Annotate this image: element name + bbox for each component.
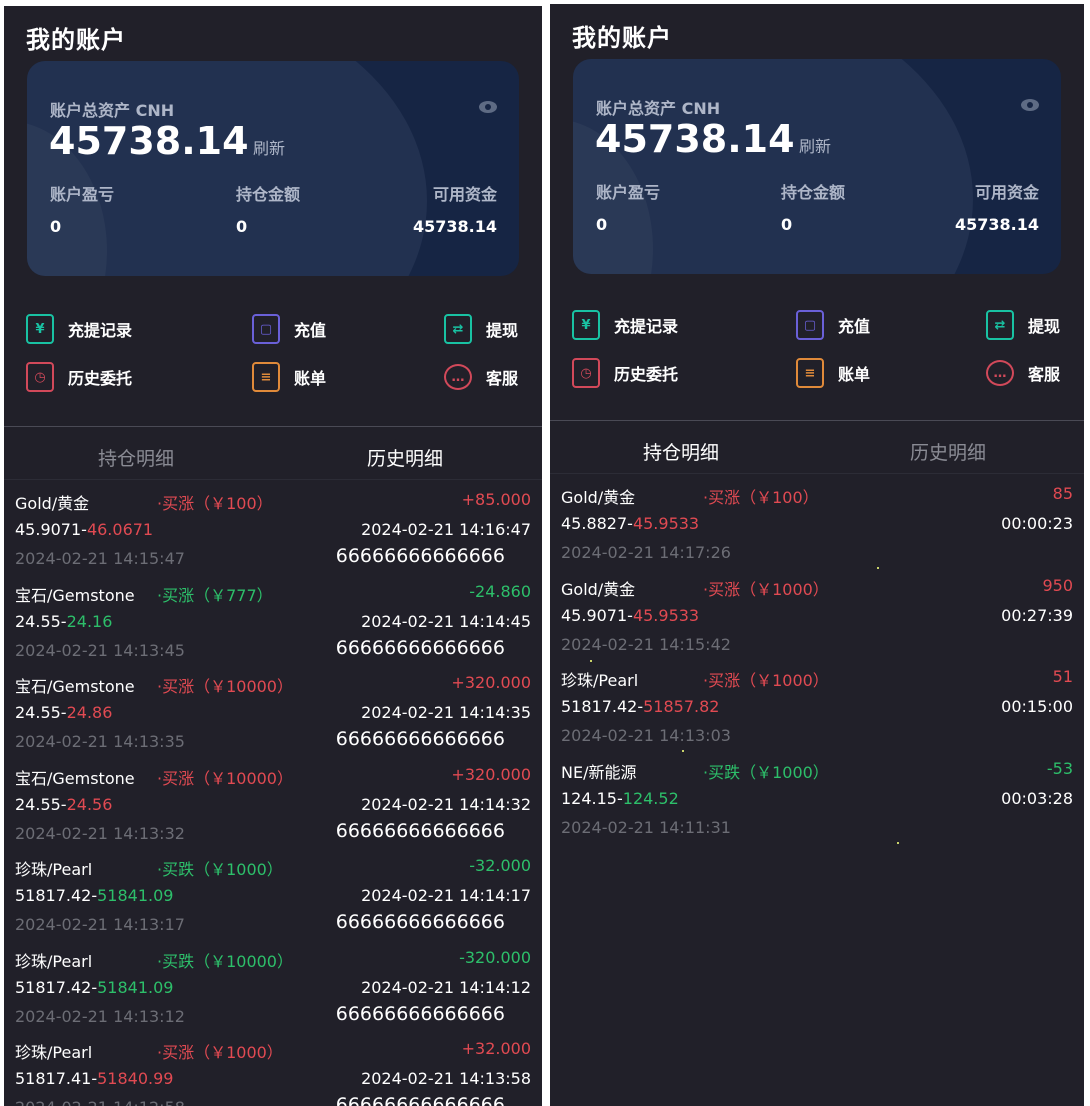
- order-number: 66666666666666: [335, 636, 505, 659]
- deposit-icon: ▢: [252, 314, 280, 344]
- history-clock-icon: ◷: [572, 358, 600, 388]
- deposit-icon: ▢: [796, 310, 824, 340]
- list-item[interactable]: Gold/黄金 ·买涨（￥1000） 950 45.9071-45.9533 00:2…: [550, 568, 1084, 660]
- receipt-yen-icon: ¥: [572, 310, 600, 340]
- action-deposit[interactable]: ▢ 充值: [796, 308, 870, 342]
- list-item[interactable]: 珍珠/Pearl ·买涨（￥1000） +32.000 51817.41-51840…: [4, 1031, 542, 1106]
- chat-bubble-icon: …: [986, 360, 1014, 386]
- detail-tabs: 持仓明细 历史明细: [550, 424, 1084, 474]
- tab-history[interactable]: 历史明细: [910, 438, 986, 465]
- position-amount-value: 0: [236, 217, 248, 236]
- action-customer-service[interactable]: … 客服: [444, 360, 518, 394]
- account-panel-history: 我的账户 账户总资产 CNH 45738.14 刷新 账户盈亏 持仓金额 可用资…: [4, 6, 542, 1106]
- action-order-history[interactable]: ◷ 历史委托: [26, 360, 132, 394]
- pnl-label: 账户盈亏: [50, 185, 115, 204]
- divider: [550, 420, 1084, 421]
- wallet-icon: ⇄: [986, 310, 1014, 340]
- order-number: 66666666666666: [335, 545, 505, 567]
- action-withdraw[interactable]: ⇄ 提现: [986, 308, 1060, 342]
- action-bill[interactable]: ≡ 账单: [252, 360, 326, 394]
- tab-positions[interactable]: 持仓明细: [643, 438, 719, 465]
- total-assets-value: 45738.14: [49, 119, 249, 163]
- list-item[interactable]: 宝石/Gemstone ·买涨（￥777） -24.860 24.55-24.16 2…: [4, 574, 542, 666]
- total-assets-value: 45738.14: [595, 117, 795, 161]
- available-funds-value: 45738.14: [412, 217, 497, 236]
- order-number: 66666666666666: [335, 728, 505, 750]
- pnl-label: 账户盈亏: [596, 183, 661, 202]
- wallet-icon: ⇄: [444, 314, 472, 344]
- tab-history[interactable]: 历史明细: [367, 444, 443, 471]
- list-item[interactable]: 宝石/Gemstone ·买涨（￥10000） +320.000 24.55-24.…: [4, 665, 542, 757]
- asset-card: 账户总资产 CNH 45738.14 刷新 账户盈亏 持仓金额 可用资金 0 0…: [27, 61, 519, 276]
- action-order-history[interactable]: ◷ 历史委托: [572, 356, 678, 390]
- order-number: 66666666666666: [335, 1002, 505, 1025]
- clipboard-icon: ≡: [252, 362, 280, 392]
- list-item[interactable]: 宝石/Gemstone ·买涨（￥10000） +320.000 24.55-24.…: [4, 757, 542, 849]
- tab-positions[interactable]: 持仓明细: [98, 444, 174, 471]
- clipboard-icon: ≡: [796, 358, 824, 388]
- positions-list: Gold/黄金 ·买涨（￥100） 85 45.8827-45.9533 00:00:…: [550, 476, 1084, 842]
- refresh-button[interactable]: 刷新: [253, 135, 285, 159]
- chat-bubble-icon: …: [444, 364, 472, 390]
- pnl-value: 0: [50, 217, 62, 236]
- list-item[interactable]: 珍珠/Pearl ·买跌（￥10000） -320.000 51817.42-518…: [4, 940, 542, 1032]
- pnl-value: 0: [596, 215, 608, 234]
- action-grid: ¥ 充提记录 ▢ 充值 ⇄ 提现 ◷ 历史委托 ≡ 账单 … 客服: [4, 306, 542, 406]
- order-number: 66666666666666: [335, 1094, 505, 1106]
- action-withdraw[interactable]: ⇄ 提现: [444, 312, 518, 346]
- action-bill[interactable]: ≡ 账单: [796, 356, 870, 390]
- eye-icon[interactable]: [1021, 99, 1039, 111]
- position-amount-label: 持仓金额: [781, 183, 846, 202]
- order-number: 66666666666666: [335, 819, 505, 842]
- available-funds-value: 45738.14: [954, 215, 1039, 234]
- page-title: 我的账户: [572, 24, 672, 52]
- total-assets-label: 账户总资产 CNH: [50, 101, 175, 120]
- list-item[interactable]: NE/新能源 ·买跌（￥1000） -53 124.15-124.52 00:03:2…: [550, 751, 1084, 843]
- list-item[interactable]: Gold/黄金 ·买涨（￥100） 85 45.8827-45.9533 00:00:…: [550, 476, 1084, 568]
- available-funds-label: 可用资金: [432, 185, 497, 204]
- position-amount-value: 0: [781, 215, 793, 234]
- receipt-yen-icon: ¥: [26, 314, 54, 344]
- action-customer-service[interactable]: … 客服: [986, 356, 1060, 390]
- list-item[interactable]: 珍珠/Pearl ·买跌（￥1000） -32.000 51817.42-51841…: [4, 848, 542, 940]
- account-panel-positions: 我的账户 账户总资产 CNH 45738.14 刷新 账户盈亏 持仓金额 可用资…: [550, 4, 1084, 1106]
- order-number: 66666666666666: [335, 911, 505, 933]
- action-deposit-withdraw-records[interactable]: ¥ 充提记录: [572, 308, 678, 342]
- refresh-button[interactable]: 刷新: [799, 133, 831, 157]
- action-deposit[interactable]: ▢ 充值: [252, 312, 326, 346]
- position-amount-label: 持仓金额: [236, 185, 301, 204]
- detail-tabs: 持仓明细 历史明细: [4, 430, 542, 480]
- eye-icon[interactable]: [479, 101, 497, 113]
- available-funds-label: 可用资金: [974, 183, 1039, 202]
- asset-card: 账户总资产 CNH 45738.14 刷新 账户盈亏 持仓金额 可用资金 0 0…: [573, 59, 1061, 274]
- history-clock-icon: ◷: [26, 362, 54, 392]
- list-item[interactable]: 珍珠/Pearl ·买涨（￥1000） 51 51817.42-51857.82 00…: [550, 659, 1084, 751]
- total-assets-label: 账户总资产 CNH: [596, 99, 721, 118]
- action-grid: ¥ 充提记录 ▢ 充值 ⇄ 提现 ◷ 历史委托 ≡ 账单 … 客服: [550, 304, 1084, 404]
- action-deposit-withdraw-records[interactable]: ¥ 充提记录: [26, 312, 132, 346]
- history-list: Gold/黄金 ·买涨（￥100） +85.000 45.9071-46.0671 2…: [4, 482, 542, 1106]
- divider: [4, 426, 542, 427]
- list-item[interactable]: Gold/黄金 ·买涨（￥100） +85.000 45.9071-46.0671 2…: [4, 482, 542, 574]
- page-title: 我的账户: [26, 26, 126, 54]
